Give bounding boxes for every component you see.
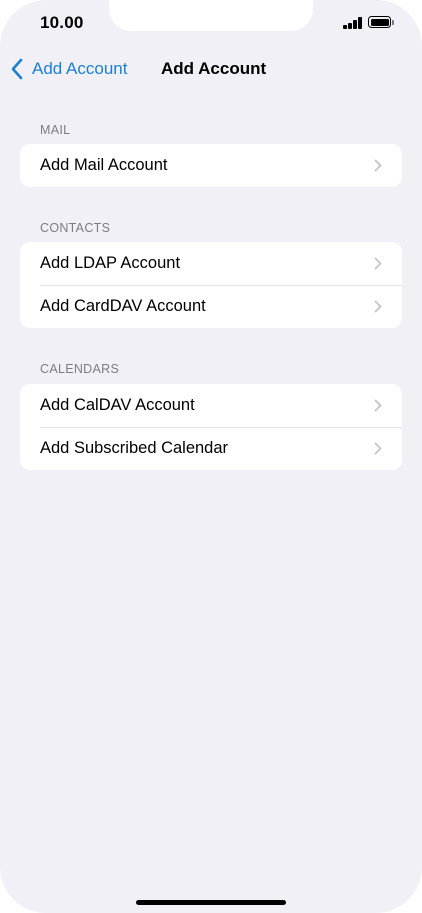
chevron-right-icon [374, 442, 382, 455]
phone-screen: 10.00 Add Account Add Account MAIL Add M… [0, 0, 422, 913]
chevron-right-icon [374, 300, 382, 313]
calendars-group: Add CalDAV Account Add Subscribed Calend… [20, 384, 402, 470]
row-label: Add CardDAV Account [40, 297, 206, 315]
section-header-contacts: CONTACTS [40, 221, 111, 235]
chevron-left-icon [11, 58, 23, 80]
section-header-mail: MAIL [40, 123, 71, 137]
row-label: Add LDAP Account [40, 254, 181, 272]
status-time: 10.00 [40, 13, 84, 32]
chevron-right-icon [374, 257, 382, 270]
cellular-signal-icon [343, 17, 362, 29]
add-subscribed-calendar-row[interactable]: Add Subscribed Calendar [20, 427, 402, 470]
add-caldav-account-row[interactable]: Add CalDAV Account [20, 384, 402, 427]
add-ldap-account-row[interactable]: Add LDAP Account [20, 242, 402, 285]
section-header-calendars: CALENDARS [40, 362, 120, 376]
camera-notch [109, 0, 313, 31]
home-indicator[interactable] [136, 900, 286, 905]
contacts-group: Add LDAP Account Add CardDAV Account [20, 242, 402, 328]
chevron-right-icon [374, 399, 382, 412]
back-button-label: Add Account [32, 59, 128, 78]
row-label: Add Mail Account [40, 156, 168, 174]
back-button[interactable]: Add Account [10, 55, 127, 83]
chevron-right-icon [374, 159, 382, 172]
mail-group: Add Mail Account [20, 144, 402, 187]
add-carddav-account-row[interactable]: Add CardDAV Account [20, 285, 402, 328]
page-title: Add Account [161, 59, 267, 78]
battery-tip [392, 20, 394, 25]
add-mail-account-row[interactable]: Add Mail Account [20, 144, 402, 187]
row-label: Add CalDAV Account [40, 396, 195, 414]
battery-icon [368, 16, 391, 28]
row-label: Add Subscribed Calendar [40, 439, 229, 457]
